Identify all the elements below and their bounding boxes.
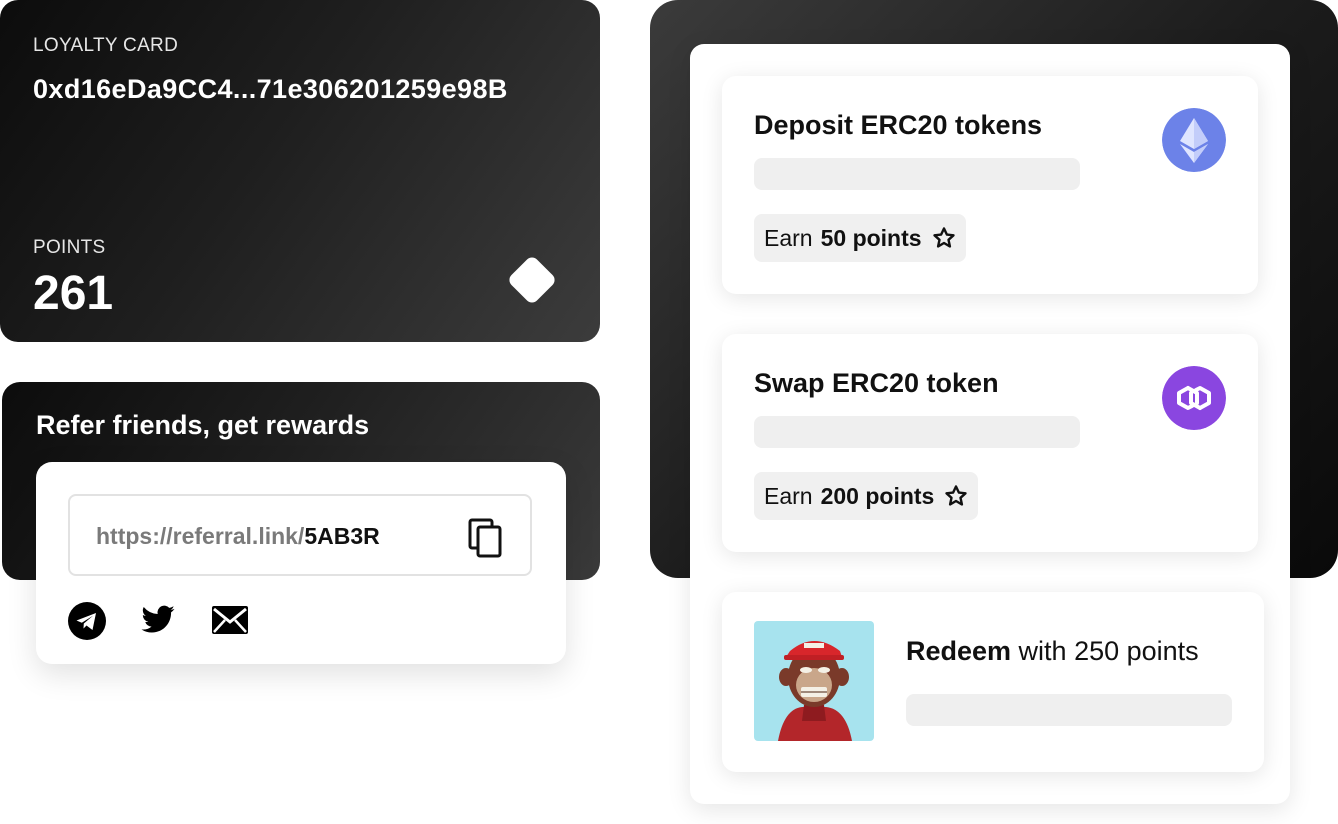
copy-icon[interactable] (468, 518, 504, 558)
task-title: Swap ERC20 token (754, 368, 999, 398)
earn-badge: Earn 50 points (754, 214, 966, 262)
tasks-panel: Deposit ERC20 tokens Earn 50 points Swap… (690, 44, 1290, 804)
star-icon (945, 485, 968, 506)
redeem-placeholder-bar (906, 694, 1232, 726)
loyalty-card-label: LOYALTY CARD (33, 35, 179, 56)
earn-prefix: Earn (764, 482, 813, 509)
referral-link-field[interactable]: https://referral.link/5AB3R (68, 494, 532, 576)
referral-title: Refer friends, get rewards (36, 410, 370, 440)
referral-link-code: 5AB3R (304, 523, 380, 549)
redeem-action: Redeem (906, 636, 1012, 666)
diamond-logo-icon (506, 254, 558, 306)
ape-nft-image (754, 621, 874, 741)
polygon-icon (1162, 366, 1226, 430)
earn-badge: Earn 200 points (754, 472, 979, 520)
loyalty-card: LOYALTY CARD 0xd16eDa9CC4...71e306201259… (0, 0, 600, 342)
task-placeholder-bar (754, 416, 1080, 448)
task-card-deposit[interactable]: Deposit ERC20 tokens Earn 50 points (722, 76, 1258, 294)
task-title: Deposit ERC20 tokens (754, 110, 1043, 140)
redeem-cost: with 250 points (1011, 636, 1199, 666)
task-card-swap[interactable]: Swap ERC20 token Earn 200 points (722, 334, 1258, 552)
redeem-card[interactable]: Redeem with 250 points (722, 592, 1264, 772)
referral-link[interactable]: https://referral.link/5AB3R (96, 523, 380, 550)
points-value: 261 (33, 267, 114, 320)
referral-link-prefix: https://referral.link/ (96, 523, 305, 549)
referral-panel: https://referral.link/5AB3R (36, 462, 566, 664)
email-icon[interactable] (212, 606, 248, 634)
ethereum-icon (1162, 108, 1226, 172)
earn-prefix: Earn (764, 224, 813, 251)
wallet-address: 0xd16eDa9CC4...71e306201259e98B (33, 74, 508, 104)
twitter-icon[interactable] (138, 602, 178, 638)
task-placeholder-bar (754, 158, 1080, 190)
redeem-title: Redeem with 250 points (906, 636, 1199, 667)
points-label: POINTS (33, 237, 106, 258)
telegram-icon[interactable] (68, 602, 106, 640)
star-icon (932, 227, 955, 248)
earn-points: 200 points (820, 482, 935, 509)
earn-points: 50 points (820, 224, 922, 251)
